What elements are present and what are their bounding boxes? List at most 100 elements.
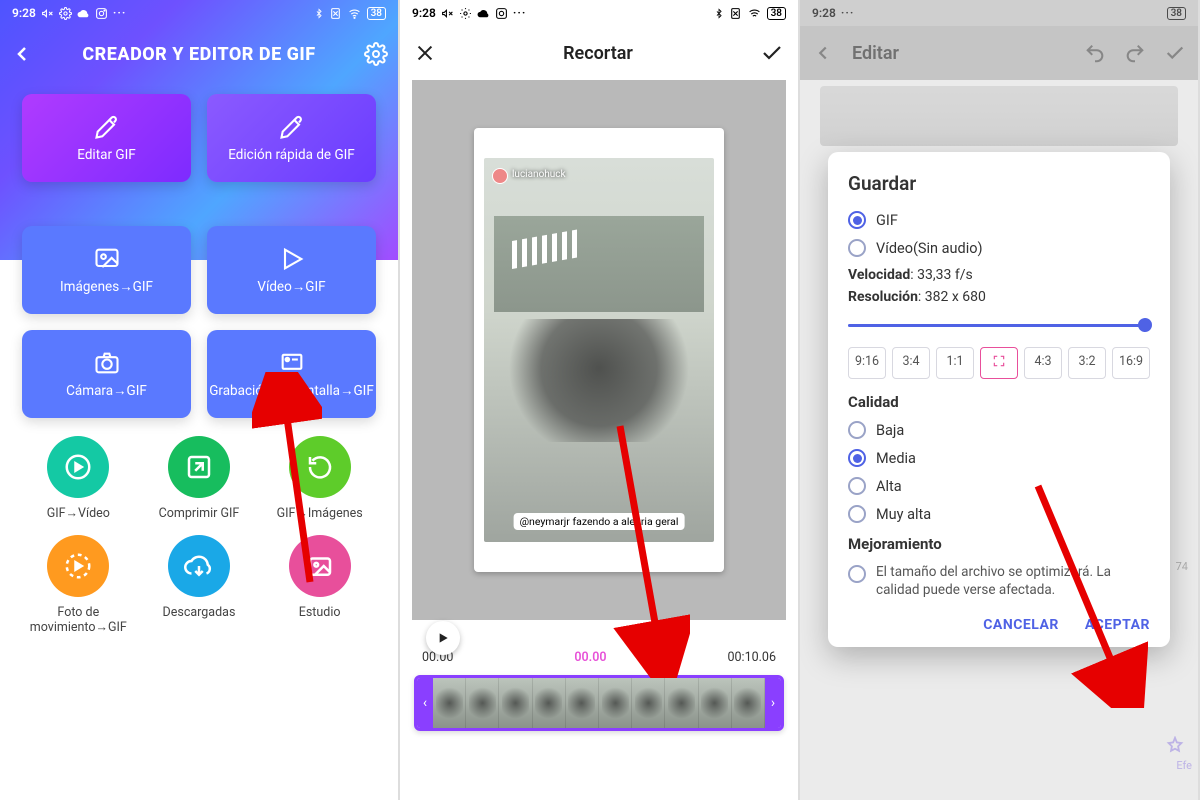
redo-icon[interactable] (1124, 42, 1146, 64)
cloud-icon (477, 7, 490, 20)
cloud-down-icon (184, 551, 214, 581)
play-triangle-icon (435, 630, 451, 646)
ratio-9-16[interactable]: 9:16 (848, 347, 886, 379)
accept-button[interactable]: ACEPTAR (1085, 617, 1150, 633)
edit-gif-button[interactable]: Editar GIF (22, 94, 191, 182)
studio-button[interactable]: Estudio (265, 535, 375, 635)
status-time: 9:28 (412, 6, 436, 20)
quality-low[interactable]: Baja (848, 421, 1150, 439)
close-icon[interactable] (414, 42, 436, 64)
edit-gif-label: Editar GIF (77, 147, 135, 163)
video-to-gif-label: Vídeo→GIF (257, 279, 325, 295)
cancel-button[interactable]: CANCELAR (983, 617, 1059, 633)
camera-to-gif-button[interactable]: Cámara→GIF (22, 330, 191, 418)
ratio-3-4[interactable]: 3:4 (892, 347, 930, 379)
motion-icon (63, 551, 93, 581)
back-icon[interactable] (10, 42, 34, 66)
battery-pct: 38 (367, 7, 386, 20)
play-icon (278, 245, 306, 273)
status-time: 9:28 (12, 6, 36, 20)
quality-medium[interactable]: Media (848, 449, 1150, 467)
confirm-icon[interactable] (1164, 42, 1186, 64)
play-button[interactable] (426, 621, 460, 655)
screen-home: 9:28 ··· 38 CREADOR Y EDITOR DE GIF Edit… (0, 0, 400, 800)
camera-icon (93, 349, 121, 377)
enhance-option[interactable]: El tamaño del archivo se optimizará. La … (848, 563, 1150, 599)
editor-preview-bg (820, 86, 1178, 146)
story-avatar (492, 168, 508, 184)
enhance-heading: Mejoramiento (848, 535, 1150, 553)
mute-icon (41, 7, 54, 20)
motion-photo-button[interactable]: Foto de movimiento→GIF (23, 535, 133, 635)
editor-bar: Editar (800, 26, 1198, 80)
gear-icon (459, 7, 472, 20)
status-bar: 9:28 ··· 38 (800, 0, 1198, 26)
ratio-1-1[interactable]: 1:1 (936, 347, 974, 379)
screenrec-label: Grabación de pantalla→GIF (209, 383, 374, 399)
crop-title: Recortar (436, 43, 760, 64)
speed-row: Velocidad: 33,33 f/s (848, 267, 1150, 283)
editor-title: Editar (852, 43, 899, 64)
quick-edit-button[interactable]: Edición rápida de GIF (207, 94, 376, 182)
timeline-strip[interactable]: ‹ › (414, 675, 784, 731)
ratio-4-3[interactable]: 4:3 (1024, 347, 1062, 379)
battery-pct: 38 (767, 7, 786, 20)
images-to-gif-button[interactable]: Imágenes→GIF (22, 226, 191, 314)
status-bar: 9:28 ··· 38 (0, 0, 398, 26)
downloaded-button[interactable]: Descargadas (144, 535, 254, 635)
no-sim-icon (729, 7, 742, 20)
brush-icon (93, 113, 121, 141)
video-frame[interactable]: lucianohuck @neymarjr fazendo a alegria … (474, 128, 724, 572)
confirm-icon[interactable] (760, 41, 784, 65)
resolution-row: Resolución: 382 x 680 (848, 289, 1150, 305)
resolution-slider[interactable] (848, 315, 1150, 335)
more-icon: ··· (113, 6, 127, 20)
screen-crop: 9:28 ··· 38 Recortar lucianohuck @neymar… (400, 0, 800, 800)
effects-icon (1164, 736, 1186, 758)
wifi-icon (347, 7, 362, 20)
format-video-option[interactable]: Vídeo(Sin audio) (848, 239, 1150, 257)
compress-gif-button[interactable]: Comprimir GIF (144, 436, 254, 521)
back-icon[interactable] (812, 42, 834, 64)
cloud-icon (77, 7, 90, 20)
compress-icon (184, 452, 214, 482)
timecodes: 00.00 00.00 00:10.06 (400, 620, 798, 673)
battery-pct: 38 (1167, 7, 1186, 20)
trim-handle-right[interactable]: › (765, 678, 781, 728)
ratio-full[interactable] (980, 347, 1018, 379)
gif-to-video-button[interactable]: GIF→Vídeo (23, 436, 133, 521)
image-icon (93, 245, 121, 273)
wifi-icon (747, 7, 762, 20)
video-caption: @neymarjr fazendo a alegria geral (514, 513, 685, 530)
format-gif-option[interactable]: GIF (848, 211, 1150, 229)
gear-icon (59, 7, 72, 20)
app-title: CREADOR Y EDITOR DE GIF (34, 44, 364, 65)
camera-to-gif-label: Cámara→GIF (66, 383, 147, 399)
gif-to-images-button[interactable]: GIF→Imágenes (265, 436, 375, 521)
slider-knob[interactable] (1138, 318, 1152, 332)
settings-icon[interactable] (364, 42, 388, 66)
crop-appbar: Recortar (400, 26, 798, 80)
app-bar: CREADOR Y EDITOR DE GIF (0, 26, 398, 82)
thumbnails (433, 678, 765, 728)
trim-handle-left[interactable]: ‹ (417, 678, 433, 728)
status-bar: 9:28 ··· 38 (400, 0, 798, 26)
quality-heading: Calidad (848, 393, 1150, 411)
quick-edit-label: Edición rápida de GIF (228, 147, 355, 163)
mute-icon (441, 7, 454, 20)
undo-icon[interactable] (1084, 42, 1106, 64)
screenrec-to-gif-button[interactable]: Grabación de pantalla→GIF (207, 330, 376, 418)
ratio-3-2[interactable]: 3:2 (1068, 347, 1106, 379)
ratio-16-9[interactable]: 16:9 (1112, 347, 1150, 379)
aspect-ratio-row: 9:16 3:4 1:1 4:3 3:2 16:9 (848, 347, 1150, 379)
quality-high[interactable]: Alta (848, 477, 1150, 495)
dialog-title: Guardar (848, 172, 1150, 195)
time-end: 00:10.06 (728, 650, 776, 665)
quality-very-high[interactable]: Muy alta (848, 505, 1150, 523)
play-back-icon (63, 452, 93, 482)
status-time: 9:28 (812, 6, 836, 20)
bluetooth-icon (714, 7, 724, 20)
video-content (484, 158, 714, 542)
screen-save-dialog: 9:28 ··· 38 Editar 174 Efe Guardar GIF (800, 0, 1200, 800)
video-to-gif-button[interactable]: Vídeo→GIF (207, 226, 376, 314)
